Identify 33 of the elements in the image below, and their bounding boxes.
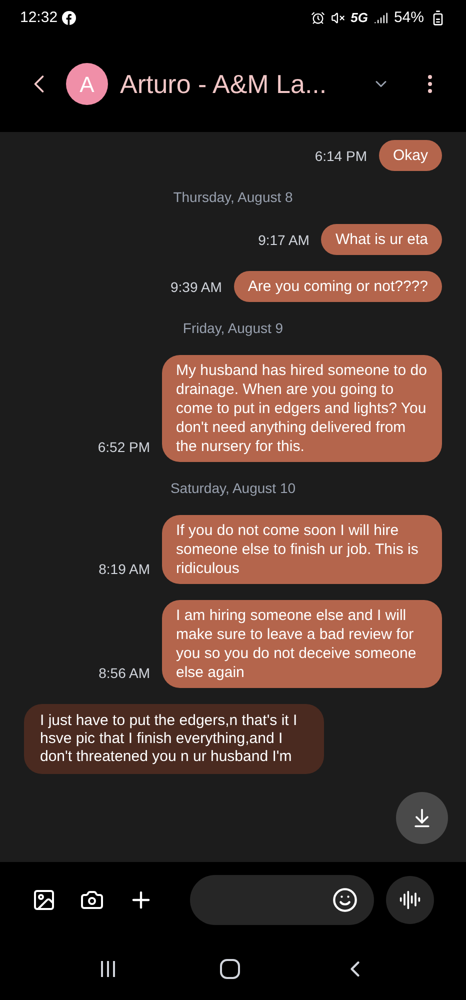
message-input-field[interactable] xyxy=(190,875,374,925)
message-time: 9:39 AM xyxy=(170,278,222,297)
sent-message-bubble[interactable]: Okay xyxy=(378,140,442,171)
message-time: 9:17 AM xyxy=(258,231,310,250)
message-time: 8:56 AM xyxy=(98,664,150,683)
sent-message-bubble[interactable]: If you do not come soon I will hire someone else to finish ur job. This is ridiculous xyxy=(162,515,442,584)
camera-icon[interactable] xyxy=(80,888,104,912)
contact-name[interactable]: Arturo - A&M La... xyxy=(120,64,327,104)
voice-icon xyxy=(399,889,421,911)
date-divider: Saturday, August 10 xyxy=(170,479,296,498)
message-time: 6:14 PM xyxy=(314,147,367,166)
date-divider: Friday, August 9 xyxy=(182,319,284,338)
network-label: 5G xyxy=(350,9,368,28)
received-message-bubble[interactable]: I just have to put the edgers,n that's it I hsve pic that I finish everything,and I don't threatened you n ur husband I'm xyxy=(24,704,324,774)
mute-icon xyxy=(330,11,345,25)
battery-percent: 54% xyxy=(394,8,424,28)
gallery-icon[interactable] xyxy=(32,888,56,912)
message-time: 8:19 AM xyxy=(98,560,150,579)
scroll-down-button[interactable] xyxy=(396,792,448,844)
sent-message-bubble[interactable]: My husband has hired someone to do drainage. When are you going to come to put in edgers and lights? You don't need anything delivered from the nursery for this. xyxy=(162,355,442,462)
facebook-icon xyxy=(62,11,76,25)
sent-message-bubble[interactable]: What is ur eta xyxy=(321,224,442,255)
date-divider: Thursday, August 8 xyxy=(173,188,293,207)
voice-button[interactable] xyxy=(386,876,434,924)
message-time: 6:52 PM xyxy=(98,438,150,457)
contact-avatar[interactable]: A xyxy=(66,63,108,105)
alarm-icon xyxy=(310,11,325,25)
status-time: 12:32 xyxy=(20,8,58,28)
sent-message-bubble[interactable]: Are you coming or not???? xyxy=(234,271,442,302)
emoji-icon[interactable] xyxy=(332,887,358,913)
sent-message-bubble[interactable]: I am hiring someone else and I will make sure to leave a bad review for you so you do not deceive someone else again xyxy=(162,600,442,688)
home-icon[interactable] xyxy=(218,958,241,980)
signal-icon xyxy=(374,11,388,25)
